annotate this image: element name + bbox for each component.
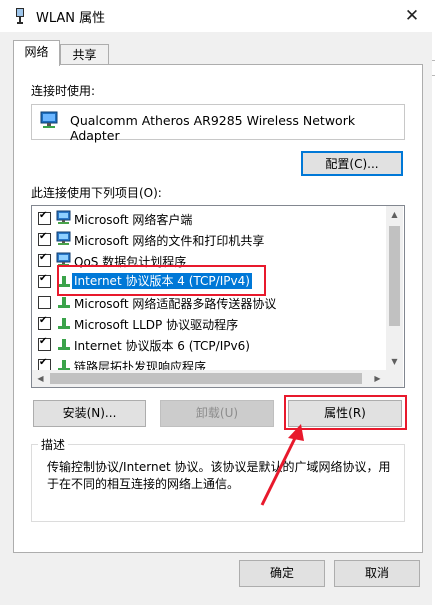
description-title: 描述 bbox=[38, 436, 69, 453]
item-checkbox[interactable] bbox=[38, 273, 51, 288]
item-label: Microsoft 网络的文件和打印机共享 bbox=[74, 234, 265, 248]
wlan-adapter-icon bbox=[14, 8, 26, 24]
configure-button[interactable]: 配置(C)... bbox=[301, 151, 403, 176]
tab-network[interactable]: 网络 bbox=[13, 40, 60, 66]
adapter-box: Qualcomm Atheros AR9285 Wireless Network… bbox=[31, 104, 405, 143]
horizontal-scroll-thumb[interactable] bbox=[50, 373, 362, 384]
vertical-scroll-thumb[interactable] bbox=[389, 226, 400, 326]
protocol-icon bbox=[56, 315, 72, 333]
scroll-down-arrow-icon[interactable]: ▼ bbox=[386, 353, 403, 370]
protocol-icon bbox=[56, 336, 72, 354]
network-client-icon bbox=[56, 231, 72, 249]
items-list-label: 此连接使用下列项目(O): bbox=[31, 186, 162, 200]
uninstall-button[interactable]: 卸载(U) bbox=[160, 400, 274, 427]
install-button[interactable]: 安装(N)... bbox=[33, 400, 146, 427]
scrollbar-corner bbox=[386, 370, 403, 387]
annotation-highlight-properties bbox=[284, 395, 407, 430]
protocol-icon bbox=[56, 294, 72, 312]
item-checkbox[interactable] bbox=[38, 252, 51, 267]
annotation-highlight-ipv4 bbox=[57, 265, 266, 296]
item-checkbox[interactable] bbox=[38, 336, 51, 351]
item-label: Internet 协议版本 6 (TCP/IPv6) bbox=[74, 339, 250, 353]
scroll-left-arrow-icon[interactable]: ◀ bbox=[32, 370, 49, 387]
network-client-icon bbox=[56, 210, 72, 228]
connection-items-list[interactable]: Microsoft 网络客户端 Microsoft 网络的文件和打印机共享 Qo… bbox=[31, 205, 405, 388]
adapter-name: Qualcomm Atheros AR9285 Wireless Network… bbox=[70, 113, 356, 143]
ok-button[interactable]: 确定 bbox=[239, 560, 325, 587]
item-checkbox[interactable] bbox=[38, 210, 51, 225]
cancel-button[interactable]: 取消 bbox=[334, 560, 420, 587]
description-text: 传输控制协议/Internet 协议。该协议是默认的广域网络协议，用于在不同的相… bbox=[47, 460, 391, 491]
item-checkbox[interactable] bbox=[38, 231, 51, 246]
connect-using-label: 连接时使用: bbox=[31, 84, 96, 98]
close-button[interactable]: ✕ bbox=[397, 2, 427, 30]
window-title: WLAN 属性 bbox=[36, 11, 106, 26]
list-item[interactable]: Internet 协议版本 6 (TCP/IPv6) bbox=[32, 334, 386, 355]
item-label: Microsoft 网络客户端 bbox=[74, 213, 193, 227]
list-item[interactable]: Microsoft 网络的文件和打印机共享 bbox=[32, 229, 386, 250]
list-item[interactable]: Microsoft LLDP 协议驱动程序 bbox=[32, 313, 386, 334]
scroll-right-arrow-icon[interactable]: ▶ bbox=[369, 370, 386, 387]
item-label: Microsoft LLDP 协议驱动程序 bbox=[74, 318, 239, 332]
item-checkbox[interactable] bbox=[38, 296, 51, 309]
item-checkbox[interactable] bbox=[38, 315, 51, 330]
list-item[interactable]: Microsoft 网络客户端 bbox=[32, 208, 386, 229]
tab-sharing[interactable]: 共享 bbox=[60, 44, 109, 65]
network-adapter-icon bbox=[40, 111, 60, 132]
scroll-up-arrow-icon[interactable]: ▲ bbox=[386, 206, 403, 223]
item-label: Microsoft 网络适配器多路传送器协议 bbox=[74, 297, 277, 311]
